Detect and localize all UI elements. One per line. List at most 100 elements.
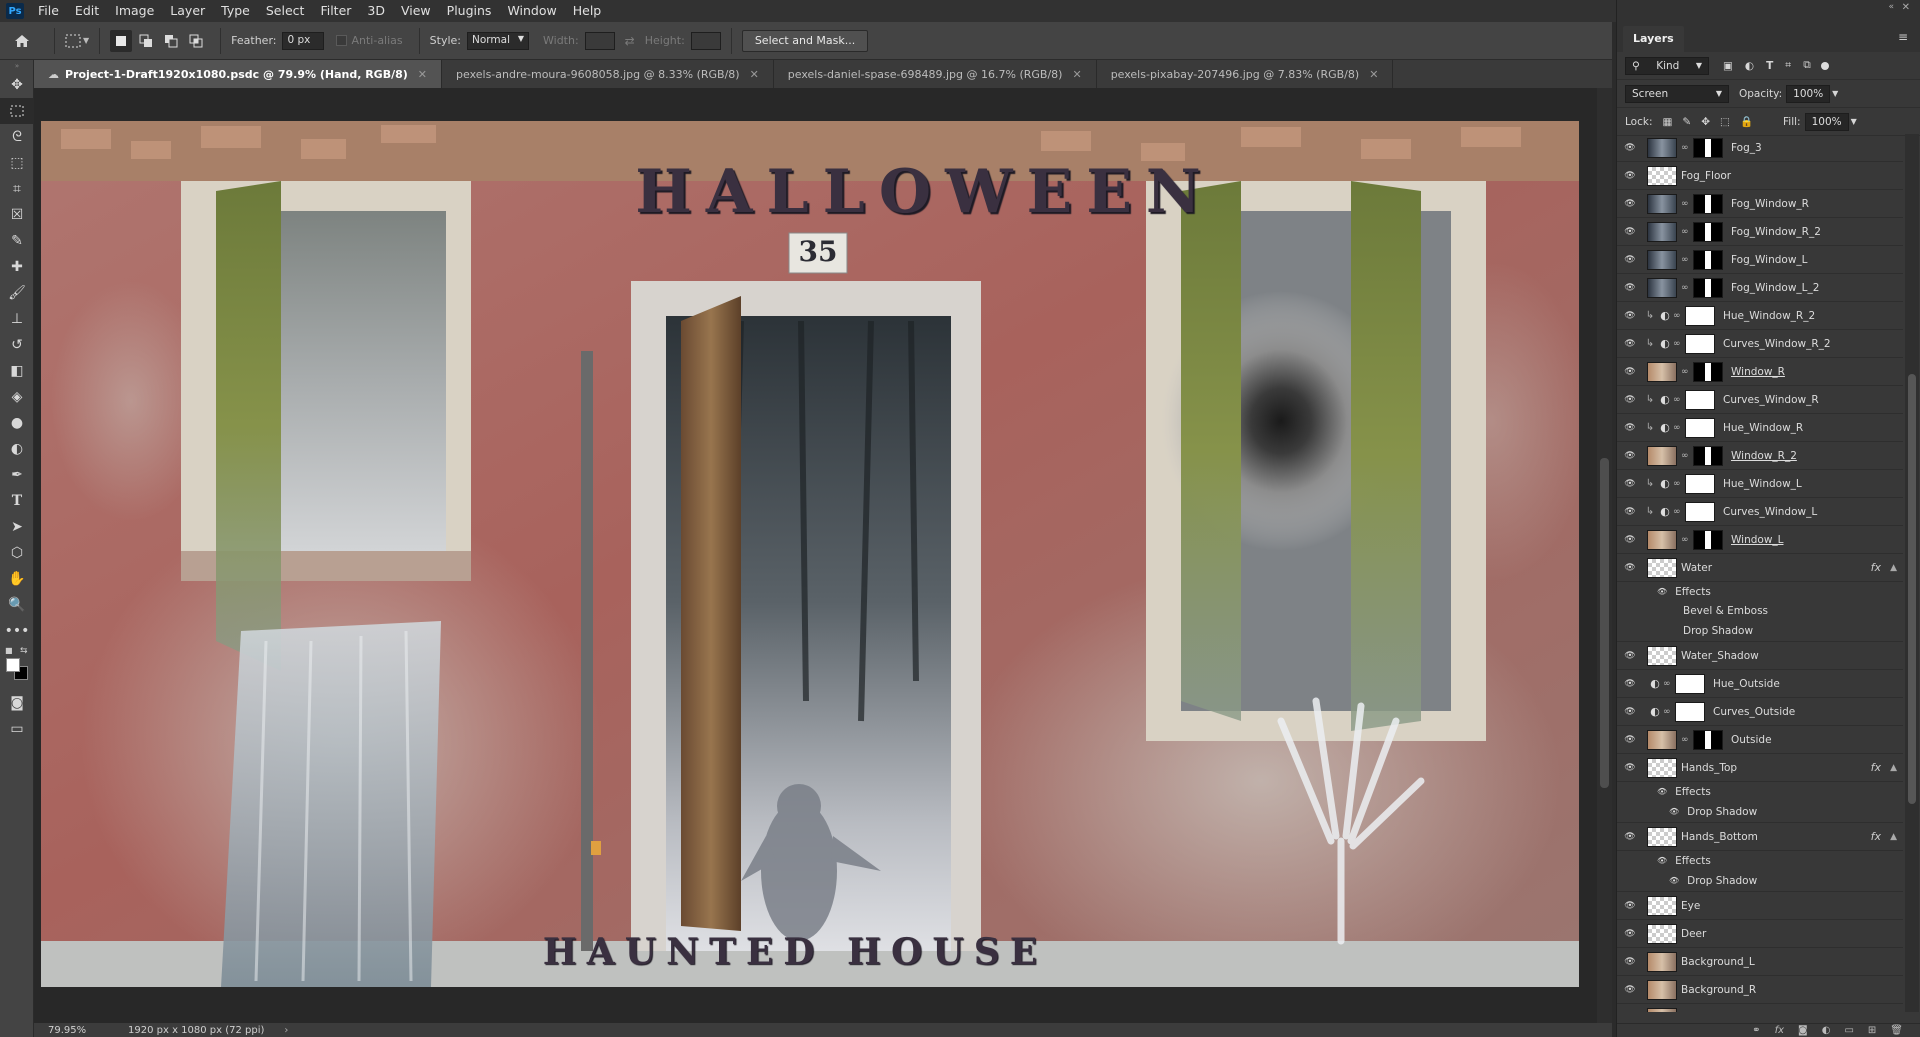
menu-type[interactable]: Type — [213, 0, 258, 22]
layer-thumbnail[interactable] — [1647, 951, 1677, 972]
layer-row[interactable]: 👁 ∞ Window_L — [1617, 526, 1903, 554]
layer-list[interactable]: 👁 ∞ Fog_3 👁 Fog_Floor 👁 ∞ Fog_Window_R 👁 ∞ Fog_Win… — [1617, 134, 1903, 1012]
layer-row[interactable]: 👁 Fog_Floor — [1617, 162, 1903, 190]
visibility-eye-icon[interactable]: 👁 — [1657, 787, 1667, 796]
collapse-panel-icon[interactable]: « — [1888, 2, 1894, 12]
lock-transparent-icon[interactable]: ▦ — [1662, 116, 1672, 128]
visibility-eye-icon[interactable]: 👁 — [1617, 832, 1643, 842]
layer-name[interactable]: Fog_Window_R — [1731, 198, 1809, 210]
swap-icon[interactable]: ⇄ — [625, 34, 635, 48]
scroll-thumb[interactable] — [1600, 458, 1609, 788]
blend-mode-select[interactable]: Screen ▼ — [1625, 84, 1729, 103]
filter-type-icon[interactable]: T — [1766, 60, 1773, 72]
chevron-up-icon[interactable]: ▲ — [1890, 832, 1897, 842]
layer-name[interactable]: Hue_Window_L — [1723, 478, 1802, 490]
layer-row[interactable]: 👁 ◐ ∞ Hue_Outside — [1617, 670, 1903, 698]
layer-row[interactable]: 👁 Hands_Bottom fx ▲ — [1617, 823, 1903, 851]
layer-thumbnail[interactable] — [1647, 529, 1677, 550]
antialias-checkbox[interactable]: Anti-alias — [336, 34, 408, 47]
layer-mask-thumbnail[interactable] — [1685, 389, 1715, 410]
layer-name[interactable]: Water_Shadow — [1681, 650, 1759, 662]
object-select-tool-icon[interactable]: ⬚ — [0, 150, 34, 176]
visibility-eye-icon[interactable]: 👁 — [1617, 227, 1643, 237]
layer-name[interactable]: Fog_Window_R_2 — [1731, 226, 1821, 238]
layer-row[interactable]: 👁 ∞ Window_R_2 — [1617, 442, 1903, 470]
link-icon[interactable]: ∞ — [1681, 255, 1691, 265]
layer-row[interactable]: 👁 Eye — [1617, 892, 1903, 920]
more-tools-icon[interactable]: ••• — [0, 618, 34, 644]
layer-thumbnail[interactable] — [1647, 923, 1677, 944]
visibility-eye-icon[interactable]: 👁 — [1657, 587, 1667, 596]
add-selection-icon[interactable] — [135, 30, 157, 52]
layer-mask-thumbnail[interactable] — [1693, 729, 1723, 750]
visibility-eye-icon[interactable]: 👁 — [1617, 255, 1643, 265]
visibility-eye-icon[interactable]: 👁 — [1669, 807, 1679, 816]
menu-edit[interactable]: Edit — [67, 0, 107, 22]
layer-name[interactable]: Outside — [1731, 734, 1772, 746]
layer-mask-thumbnail[interactable] — [1693, 137, 1723, 158]
visibility-eye-icon[interactable]: 👁 — [1617, 479, 1643, 489]
filter-adjustment-icon[interactable]: ◐ — [1745, 60, 1754, 72]
visibility-eye-icon[interactable]: 👁 — [1669, 876, 1679, 885]
visibility-eye-icon[interactable]: 👁 — [1617, 535, 1643, 545]
layer-name[interactable]: Window_L — [1731, 534, 1784, 546]
chevron-right-icon[interactable]: › — [284, 1025, 288, 1036]
menu-layer[interactable]: Layer — [162, 0, 213, 22]
fill-input[interactable]: 100% — [1804, 112, 1849, 131]
tab-andre-moura[interactable]: pexels-andre-moura-9608058.jpg @ 8.33% (… — [442, 60, 774, 88]
link-icon[interactable]: ∞ — [1673, 311, 1683, 321]
visibility-eye-icon[interactable]: 👁 — [1617, 957, 1643, 967]
zoom-tool-icon[interactable]: 🔍 — [0, 592, 34, 618]
move-tool-icon[interactable]: ✥ — [0, 72, 34, 98]
shape-tool-icon[interactable]: ⬡ — [0, 540, 34, 566]
opacity-input[interactable]: 100% — [1786, 84, 1831, 103]
layer-name[interactable]: Curves_Outside — [1713, 706, 1795, 718]
layer-mask-thumbnail[interactable] — [1693, 445, 1723, 466]
layer-name[interactable]: Background_L — [1681, 956, 1755, 968]
layer-mask-thumbnail[interactable] — [1685, 473, 1715, 494]
layer-row[interactable]: 👁 ↳ ◐ ∞ Curves_Window_R — [1617, 386, 1903, 414]
chevron-up-icon[interactable]: ▲ — [1890, 563, 1897, 573]
effects-row[interactable]: 👁 Effects — [1617, 851, 1903, 870]
new-adjustment-icon[interactable]: ◐ — [1822, 1025, 1831, 1036]
layer-name[interactable]: Water — [1681, 562, 1712, 574]
style-select[interactable]: Normal ▼ — [467, 31, 529, 50]
filter-toggle-icon[interactable] — [1820, 61, 1829, 70]
menu-file[interactable]: File — [30, 0, 67, 22]
link-icon[interactable]: ∞ — [1673, 423, 1683, 433]
layer-mask-thumbnail[interactable] — [1685, 417, 1715, 438]
layer-row[interactable]: 👁 ↳ ◐ ∞ Hue_Window_R — [1617, 414, 1903, 442]
visibility-eye-icon[interactable]: 👁 — [1617, 679, 1643, 689]
document-canvas[interactable]: HALLOWEEN 35 HAUNTED HOUSE — [41, 121, 1579, 987]
marquee-preset-picker[interactable]: ▼ — [65, 34, 89, 48]
visibility-eye-icon[interactable]: 👁 — [1617, 507, 1643, 517]
home-icon[interactable] — [0, 22, 44, 60]
layer-row[interactable]: 👁 Hands_Top fx ▲ — [1617, 754, 1903, 782]
link-icon[interactable]: ∞ — [1663, 679, 1673, 689]
foreground-color-swatch[interactable] — [6, 658, 20, 672]
layer-thumbnail[interactable] — [1647, 137, 1677, 158]
visibility-eye-icon[interactable]: 👁 — [1617, 451, 1643, 461]
filter-smart-object-icon[interactable]: ⧉ — [1803, 59, 1811, 72]
layer-thumbnail[interactable] — [1647, 979, 1677, 1000]
width-input[interactable] — [584, 31, 615, 50]
new-group-icon[interactable]: ▭ — [1844, 1025, 1853, 1036]
intersect-selection-icon[interactable] — [185, 30, 207, 52]
layer-row[interactable]: 👁 ↳ ◐ ∞ Curves_Window_L — [1617, 498, 1903, 526]
layer-mask-thumbnail[interactable] — [1693, 361, 1723, 382]
close-panel-icon[interactable]: ✕ — [1902, 2, 1910, 13]
hand-tool-icon[interactable]: ✋ — [0, 566, 34, 592]
layer-row[interactable]: 👁 Water fx ▲ — [1617, 554, 1903, 582]
type-tool-icon[interactable]: T — [0, 488, 34, 514]
layer-thumbnail[interactable] — [1647, 645, 1677, 666]
zoom-level[interactable]: 79.95% — [48, 1025, 108, 1036]
link-icon[interactable]: ∞ — [1673, 479, 1683, 489]
crop-tool-icon[interactable]: ⌗ — [0, 176, 34, 202]
layer-thumbnail[interactable] — [1647, 826, 1677, 847]
layer-name[interactable]: Fog_3 — [1731, 142, 1762, 154]
visibility-eye-icon[interactable]: 👁 — [1617, 423, 1643, 433]
layer-name[interactable]: Fog_Floor — [1681, 170, 1731, 182]
layer-mask-thumbnail[interactable] — [1693, 221, 1723, 242]
screen-mode-icon[interactable]: ▭ — [0, 716, 34, 742]
lock-image-icon[interactable]: ✎ — [1682, 116, 1691, 128]
